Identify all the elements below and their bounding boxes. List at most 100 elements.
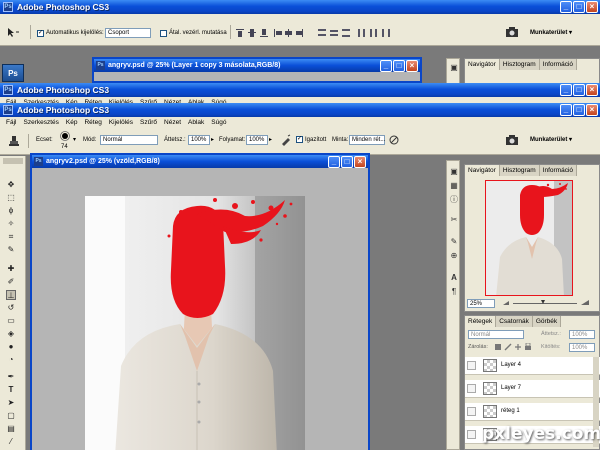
auto-select-checkbox[interactable]: ✓ <box>37 30 44 37</box>
align-buttons[interactable] <box>236 28 316 38</box>
dodge-tool-icon[interactable]: ◔ <box>6 355 16 365</box>
app-titlebar-top[interactable]: Ps Adobe Photoshop CS3 _ □ × <box>0 0 600 14</box>
brush-dropdown-arrow[interactable]: ▾ <box>73 135 76 145</box>
history-brush-tool-icon[interactable]: ↺ <box>6 303 16 313</box>
pen-tool-icon[interactable]: ✒ <box>6 372 16 382</box>
menu-layer[interactable]: Réteg <box>84 119 101 126</box>
path-selection-tool-icon[interactable]: ➤ <box>6 398 16 408</box>
navigator-zoom-slider[interactable] <box>501 298 591 308</box>
brush-preset-icon[interactable] <box>58 131 72 141</box>
canvas[interactable] <box>85 196 305 450</box>
visibility-eye-icon[interactable] <box>467 407 476 416</box>
sample-dropdown[interactable]: Minden rét... <box>349 135 385 145</box>
toolbox-grip[interactable] <box>3 158 23 164</box>
opacity-field[interactable]: 100% <box>188 135 210 145</box>
doc-front-maximize-button[interactable]: □ <box>341 156 353 168</box>
visibility-eye-icon[interactable] <box>467 430 476 439</box>
airbrush-icon[interactable] <box>280 134 292 146</box>
eraser-tool-icon[interactable]: ▭ <box>6 316 16 326</box>
minimize-button-2[interactable]: _ <box>560 84 572 96</box>
doc-back-close-button[interactable]: × <box>406 60 418 72</box>
tab-histogram[interactable]: Hisztogram <box>499 165 540 176</box>
tab-channels[interactable]: Csatornák <box>496 316 533 327</box>
ps-logo-button[interactable]: Ps <box>2 64 24 82</box>
app-titlebar-front[interactable]: Ps Adobe Photoshop CS3 _ □ × <box>0 103 600 117</box>
menu-view[interactable]: Nézet <box>164 119 181 126</box>
tab-navigator[interactable]: Navigátor <box>465 165 500 176</box>
navigator-panel-icon[interactable]: ▣ <box>449 63 459 73</box>
lasso-tool-icon[interactable]: ϕ <box>6 206 16 216</box>
menu-filter[interactable]: Szűrő <box>140 119 157 126</box>
distribute-buttons[interactable] <box>318 28 418 38</box>
document-window-front[interactable]: Ps angryv2.psd @ 25% (vzöld,RGB/8) _ □ × <box>30 153 370 450</box>
doc-front-minimize-button[interactable]: _ <box>328 156 340 168</box>
clone-source-panel-icon[interactable]: ⊕ <box>449 251 459 261</box>
paragraph-panel-icon[interactable]: ¶ <box>449 287 459 297</box>
visibility-eye-icon[interactable] <box>467 361 476 370</box>
minimize-button[interactable]: _ <box>560 1 572 13</box>
layer-row-layer4[interactable]: Layer 4 <box>465 357 600 375</box>
maximize-button-2[interactable]: □ <box>573 84 585 96</box>
doc-front-close-button[interactable]: × <box>354 156 366 168</box>
menu-help[interactable]: Súgó <box>211 119 226 126</box>
maximize-button[interactable]: □ <box>573 1 585 13</box>
fill-field[interactable]: 100% <box>569 343 595 352</box>
tab-navigator-top[interactable]: Navigátor <box>465 59 500 70</box>
opacity-arrow[interactable]: ▸ <box>211 135 214 145</box>
character-panel-icon[interactable]: A <box>449 273 459 283</box>
tab-curves[interactable]: Görbék <box>532 316 562 327</box>
tab-histogram-top[interactable]: Hisztogram <box>499 59 540 70</box>
info-panel-icon[interactable]: ⓘ <box>449 195 459 205</box>
tool-presets-icon[interactable]: ✂ <box>449 215 459 225</box>
mode-dropdown[interactable]: Normál <box>100 135 158 145</box>
minimize-button-3[interactable]: _ <box>560 104 572 116</box>
shape-tool-icon[interactable]: ▢ <box>6 411 16 421</box>
brush-tool-icon[interactable]: ✐ <box>6 277 16 287</box>
auto-select-dropdown[interactable]: Csoport <box>105 28 151 38</box>
workspace-icon-2[interactable] <box>505 134 519 146</box>
tab-info[interactable]: Információ <box>539 165 578 176</box>
menu-file[interactable]: Fájl <box>6 119 16 126</box>
close-button-2[interactable]: × <box>586 84 598 96</box>
aligned-checkbox[interactable]: ✓ <box>296 136 303 143</box>
close-button-3[interactable]: × <box>586 104 598 116</box>
magic-wand-tool-icon[interactable]: ✧ <box>6 219 16 229</box>
workspace-menu-2[interactable]: Munkaterület ▾ <box>530 135 572 145</box>
layer-opacity-field[interactable]: 100% <box>569 330 595 339</box>
close-button[interactable]: × <box>586 1 598 13</box>
navigator-zoom-field[interactable]: 25% <box>467 299 495 308</box>
move-tool-icon[interactable] <box>6 27 19 37</box>
brushes-panel-icon[interactable]: ✎ <box>449 237 459 247</box>
slice-tool-icon[interactable]: ✎ <box>6 245 16 255</box>
layer-blend-mode-dropdown[interactable]: Normál <box>468 330 524 339</box>
lock-icons[interactable] <box>495 342 535 351</box>
menu-select[interactable]: Kijelölés <box>109 119 133 126</box>
marquee-tool-icon[interactable]: ⬚ <box>6 193 16 203</box>
flow-field[interactable]: 100% <box>246 135 268 145</box>
blur-tool-icon[interactable]: ● <box>6 342 16 352</box>
layer-row-reteg1[interactable]: réteg 1 <box>465 403 600 421</box>
visibility-eye-icon[interactable] <box>467 384 476 393</box>
crop-tool-icon[interactable]: ⌗ <box>6 232 16 242</box>
menu-edit[interactable]: Szerkesztés <box>23 119 58 126</box>
flow-arrow[interactable]: ▸ <box>269 135 272 145</box>
navigator-preview[interactable] <box>485 180 573 296</box>
menu-window[interactable]: Ablak <box>188 119 204 126</box>
workspace-menu[interactable]: Munkaterület ▾ <box>530 28 572 38</box>
navigator-panel-icon-2[interactable]: ▣ <box>449 167 459 177</box>
paint-bucket-tool-icon[interactable]: ◈ <box>6 329 16 339</box>
app-titlebar-middle[interactable]: Ps Adobe Photoshop CS3 _ □ × <box>0 83 600 97</box>
doc-back-maximize-button[interactable]: □ <box>393 60 405 72</box>
document-window-back[interactable]: Ps angryv.psd @ 25% (Layer 1 copy 3 máso… <box>92 57 422 83</box>
doc-back-minimize-button[interactable]: _ <box>380 60 392 72</box>
layer-row-layer7[interactable]: Layer 7 <box>465 380 600 398</box>
maximize-button-3[interactable]: □ <box>573 104 585 116</box>
notes-tool-icon[interactable]: ▤ <box>6 424 16 434</box>
histogram-panel-icon[interactable]: ▦ <box>449 181 459 191</box>
tab-layers[interactable]: Rétegek <box>465 316 497 327</box>
transform-controls-checkbox[interactable] <box>160 30 167 37</box>
move-tool-icon-box[interactable]: ✥ <box>6 180 16 190</box>
workspace-icon[interactable] <box>505 26 519 38</box>
clone-stamp-tool-icon[interactable]: ⊥ <box>6 290 16 300</box>
clone-stamp-icon[interactable] <box>8 135 20 147</box>
